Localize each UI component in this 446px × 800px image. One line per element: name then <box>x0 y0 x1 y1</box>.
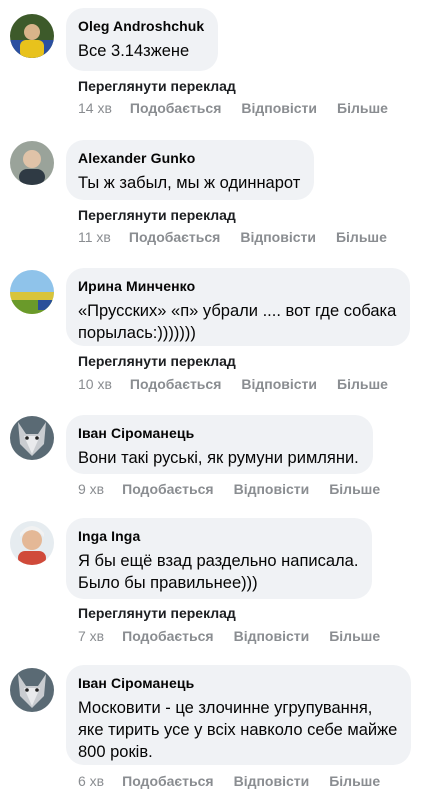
comment-timestamp: 10 хв <box>78 376 112 392</box>
comment-author[interactable]: Іван Сіроманець <box>78 675 397 691</box>
reply-button[interactable]: Відповісти <box>234 773 310 789</box>
comment-author[interactable]: Inga Inga <box>78 528 358 544</box>
comment-bubble: Ирина Минченко «Прусских» «п» убрали ...… <box>66 268 411 346</box>
more-button[interactable]: Більше <box>329 481 380 497</box>
avatar[interactable] <box>10 270 54 314</box>
comment-author[interactable]: Oleg Androshchuk <box>78 18 204 34</box>
comment-timestamp: 6 хв <box>78 773 105 789</box>
comment-bubble: Іван Сіроманець Московити - це злочинне … <box>66 665 412 765</box>
comment-actions: 10 хв Подобається Відповісти Більше <box>78 376 408 392</box>
comment-bubble: Alexander Gunko Ты ж забыл, мы ж одиннар… <box>66 140 315 200</box>
comment-text: Московити - це злочинне угрупування, яке… <box>78 699 398 761</box>
more-button[interactable]: Більше <box>329 773 380 789</box>
like-button[interactable]: Подобається <box>129 229 220 245</box>
comment-text: Все 3.14зжене <box>78 42 190 60</box>
avatar[interactable] <box>10 668 54 712</box>
comment-bubble: Inga Inga Я бы ещё взад раздельно написа… <box>66 518 373 599</box>
comment-text: «Прусских» «п» убрали .... вот где собак… <box>78 302 397 342</box>
comment-timestamp: 9 хв <box>78 481 105 497</box>
comment-bubble: Іван Сіроманець Вони такі руські, як рум… <box>66 415 373 474</box>
comment-text: Я бы ещё взад раздельно написала. Было б… <box>78 552 359 592</box>
like-button[interactable]: Подобається <box>122 773 213 789</box>
more-button[interactable]: Більше <box>337 100 388 116</box>
see-translation-link[interactable]: Переглянути переклад <box>78 605 236 621</box>
comment-text: Ты ж забыл, мы ж одиннарот <box>78 174 301 192</box>
comment-actions: 6 хв Подобається Відповісти Більше <box>78 773 400 789</box>
reply-button[interactable]: Відповісти <box>234 481 310 497</box>
reply-button[interactable]: Відповісти <box>241 100 317 116</box>
comment-author[interactable]: Іван Сіроманець <box>78 425 359 441</box>
see-translation-link[interactable]: Переглянути переклад <box>78 207 236 223</box>
comment-author[interactable]: Alexander Gunko <box>78 150 300 166</box>
like-button[interactable]: Подобається <box>122 481 213 497</box>
comment-timestamp: 7 хв <box>78 628 105 644</box>
avatar[interactable] <box>10 14 54 58</box>
more-button[interactable]: Більше <box>336 229 387 245</box>
reply-button[interactable]: Відповісти <box>240 229 316 245</box>
like-button[interactable]: Подобається <box>130 100 221 116</box>
reply-button[interactable]: Відповісти <box>241 376 317 392</box>
comment-bubble: Oleg Androshchuk Все 3.14зжене <box>66 8 219 71</box>
more-button[interactable]: Більше <box>337 376 388 392</box>
avatar[interactable] <box>10 416 54 460</box>
like-button[interactable]: Подобається <box>130 376 221 392</box>
comment-author[interactable]: Ирина Минченко <box>78 278 396 294</box>
comment-actions: 7 хв Подобається Відповісти Більше <box>78 628 400 644</box>
comment-timestamp: 11 хв <box>78 229 111 245</box>
comment-actions: 11 хв Подобається Відповісти Більше <box>78 229 407 245</box>
see-translation-link[interactable]: Переглянути переклад <box>78 78 236 94</box>
avatar[interactable] <box>10 521 54 565</box>
comment-actions: 9 хв Подобається Відповісти Більше <box>78 481 400 497</box>
see-translation-link[interactable]: Переглянути переклад <box>78 353 236 369</box>
comment-actions: 14 хв Подобається Відповісти Більше <box>78 100 408 116</box>
avatar[interactable] <box>10 141 54 185</box>
comment-text: Вони такі руські, як румуни римляни. <box>78 449 359 467</box>
comment-timestamp: 14 хв <box>78 100 112 116</box>
more-button[interactable]: Більше <box>329 628 380 644</box>
reply-button[interactable]: Відповісти <box>234 628 310 644</box>
like-button[interactable]: Подобається <box>122 628 213 644</box>
